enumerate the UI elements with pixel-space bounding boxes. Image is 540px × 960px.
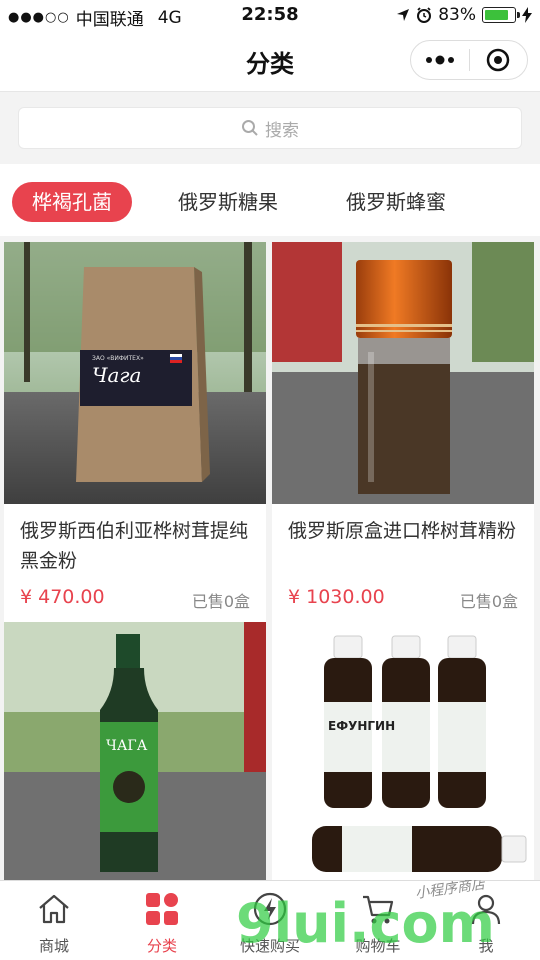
search-placeholder: 搜索 — [265, 120, 299, 141]
tabbar-item-mall[interactable]: 商城 — [0, 881, 108, 960]
product-name: 俄罗斯西伯利亚桦树茸提纯黑金粉 — [20, 520, 249, 572]
product-name: 俄罗斯原盒进口桦树茸精粉 — [288, 520, 517, 542]
target-circle-icon — [486, 48, 510, 72]
product-sold-count: 已售0盒 — [459, 592, 518, 611]
more-button[interactable] — [411, 40, 469, 80]
tab-russian-candy[interactable]: 俄罗斯糖果 — [178, 182, 278, 222]
tabbar-item-category[interactable]: 分类 — [108, 881, 216, 960]
location-arrow-icon — [397, 9, 410, 21]
product-image: Чага ЗАО «ВИФИТЕХ» — [4, 242, 266, 504]
category-tabs: 桦褐孔菌 俄罗斯糖果 俄罗斯蜂蜜 — [0, 164, 540, 236]
product-price: ¥ 1030.00 — [288, 586, 385, 608]
tab-russian-honey[interactable]: 俄罗斯蜂蜜 — [346, 182, 446, 222]
bottom-tab-bar: 商城 分类 快速购买 购物车 我 — [0, 880, 540, 960]
tabbar-label: 商城 — [38, 937, 69, 955]
product-card[interactable]: Чага ЗАО «ВИФИТЕХ» 俄罗斯西伯利亚桦树茸提纯黑金粉 ¥ 470… — [4, 242, 266, 626]
product-image — [272, 242, 534, 504]
package-label: ЧАГА — [106, 738, 148, 754]
package-sublabel: ЗАО «ВИФИТЕХ» — [92, 355, 144, 362]
user-icon — [471, 894, 501, 925]
home-icon — [39, 894, 69, 924]
category-grid-icon — [146, 893, 178, 925]
nav-bar: 分类 — [0, 30, 540, 92]
tabbar-item-quick-buy[interactable]: 快速购买 — [216, 881, 324, 960]
tabbar-label: 我 — [478, 937, 494, 955]
tabbar-item-cart[interactable]: 购物车 — [324, 881, 432, 960]
cart-icon — [363, 895, 394, 924]
package-label: Чага — [92, 363, 141, 387]
alarm-clock-icon — [417, 7, 432, 23]
tabbar-label: 分类 — [146, 937, 177, 955]
more-dots-icon — [425, 55, 454, 65]
product-card[interactable]: ЕФУНГИН — [272, 622, 534, 880]
product-grid: Чага ЗАО «ВИФИТЕХ» 俄罗斯西伯利亚桦树茸提纯黑金粉 ¥ 470… — [0, 236, 540, 880]
product-card[interactable]: 俄罗斯原盒进口桦树茸精粉 ¥ 1030.00 已售0盒 — [272, 242, 534, 626]
search-icon — [242, 120, 258, 136]
product-price: ¥ 470.00 — [20, 586, 105, 608]
tabbar-label: 快速购买 — [239, 937, 300, 955]
miniprogram-capsule — [410, 40, 528, 80]
product-image: ЧАГА — [4, 622, 266, 880]
search-section: 搜索 — [0, 92, 540, 164]
product-card[interactable]: ЧАГА — [4, 622, 266, 880]
search-input[interactable]: 搜索 — [18, 107, 522, 149]
tabbar-item-me[interactable]: 我 — [432, 881, 540, 960]
tab-chaga[interactable]: 桦褐孔菌 — [12, 182, 132, 222]
battery-percent: 83% — [438, 5, 476, 25]
battery-icon — [482, 7, 520, 23]
charging-bolt-icon — [522, 7, 532, 23]
lightning-icon — [253, 892, 287, 926]
package-label: ЕФУНГИН — [328, 719, 395, 733]
tabbar-label: 购物车 — [355, 937, 401, 955]
product-sold-count: 已售0盒 — [191, 592, 250, 611]
product-image: ЕФУНГИН — [272, 622, 534, 880]
status-bar: ●●●○○ 中国联通 4G 22:58 83% — [0, 0, 540, 30]
close-miniprogram-button[interactable] — [469, 40, 527, 80]
